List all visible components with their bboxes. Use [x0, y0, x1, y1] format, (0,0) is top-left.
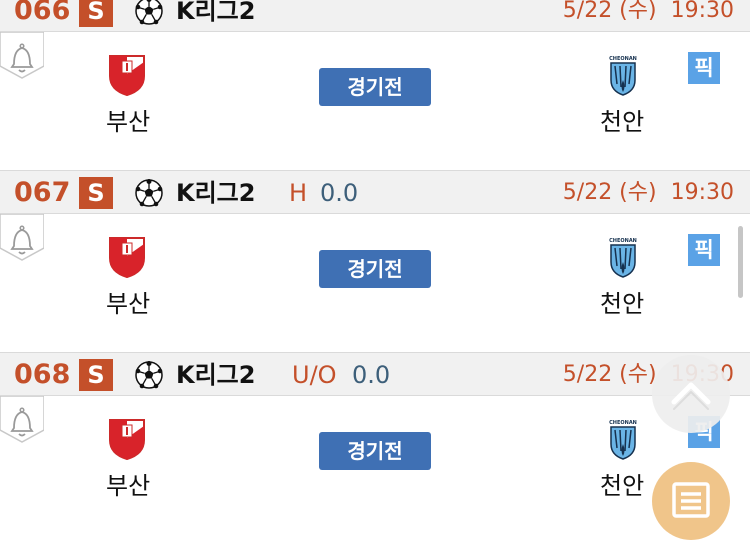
- menu-button[interactable]: [652, 462, 730, 540]
- soccer-ball-icon: [135, 179, 163, 207]
- home-team-logo: [108, 54, 146, 97]
- bell-icon[interactable]: [0, 32, 44, 84]
- match-status-button[interactable]: 경기전: [319, 432, 431, 470]
- home-team-name: 부산: [106, 108, 151, 136]
- away-team-name: 천안: [600, 108, 645, 136]
- match-datetime: 5/22 (수) 19:30: [562, 180, 734, 205]
- game-number: 067: [14, 177, 71, 208]
- league-name: K리그2: [176, 179, 256, 207]
- game-header: 066 S K리그2 5/22 (수) 19:30: [0, 0, 750, 32]
- league-name: K리그2: [176, 361, 256, 389]
- scroll-to-top-button[interactable]: [652, 355, 730, 433]
- game-header: 067 S K리그2 H 0.0 5/22 (수) 19:30: [0, 170, 750, 214]
- soccer-ball-icon: [135, 0, 163, 25]
- away-team-name: 천안: [600, 290, 645, 318]
- home-team-logo: [108, 418, 146, 461]
- home-team-name: 부산: [106, 472, 151, 500]
- handicap-value: 0.0: [352, 361, 391, 389]
- pick-button[interactable]: 픽: [688, 234, 720, 266]
- chevron-up-icon: [652, 355, 730, 433]
- game-number: 068: [14, 359, 71, 390]
- game-body: 부산 경기전 CHEONAN 천안 픽: [0, 396, 750, 534]
- game-header: 068 S K리그2 U/O 0.0 5/22 (수) 19:30: [0, 352, 750, 396]
- handicap-type: H: [289, 179, 308, 207]
- league-name: K리그2: [176, 0, 256, 25]
- bell-icon[interactable]: [0, 396, 44, 448]
- game-body: 부산 경기전 CHEONAN 천안 픽: [0, 214, 750, 352]
- soccer-ball-icon: [135, 361, 163, 389]
- match-datetime: 5/22 (수) 19:30: [562, 0, 734, 23]
- home-team-logo: [108, 236, 146, 279]
- svg-text:CHEONAN: CHEONAN: [609, 238, 637, 244]
- game-number: 066: [14, 0, 71, 26]
- away-team-logo: CHEONAN: [608, 418, 638, 460]
- svg-text:CHEONAN: CHEONAN: [609, 420, 637, 426]
- away-team-logo: CHEONAN: [608, 54, 638, 96]
- bell-icon[interactable]: [0, 214, 44, 266]
- list-icon: [652, 462, 730, 540]
- home-team-name: 부산: [106, 290, 151, 318]
- handicap-type: U/O: [292, 361, 337, 389]
- svg-text:CHEONAN: CHEONAN: [609, 56, 637, 62]
- match-status-button[interactable]: 경기전: [319, 250, 431, 288]
- sport-badge: S: [79, 0, 113, 27]
- away-team-logo: CHEONAN: [608, 236, 638, 278]
- pick-button[interactable]: 픽: [688, 52, 720, 84]
- match-status-button[interactable]: 경기전: [319, 68, 431, 106]
- sport-badge: S: [79, 177, 113, 209]
- game-body: 부산 경기전 CHEONAN 천안 픽: [0, 32, 750, 170]
- scrollbar-thumb[interactable]: [738, 226, 743, 298]
- handicap-value: 0.0: [320, 179, 359, 207]
- away-team-name: 천안: [600, 472, 645, 500]
- sport-badge: S: [79, 359, 113, 391]
